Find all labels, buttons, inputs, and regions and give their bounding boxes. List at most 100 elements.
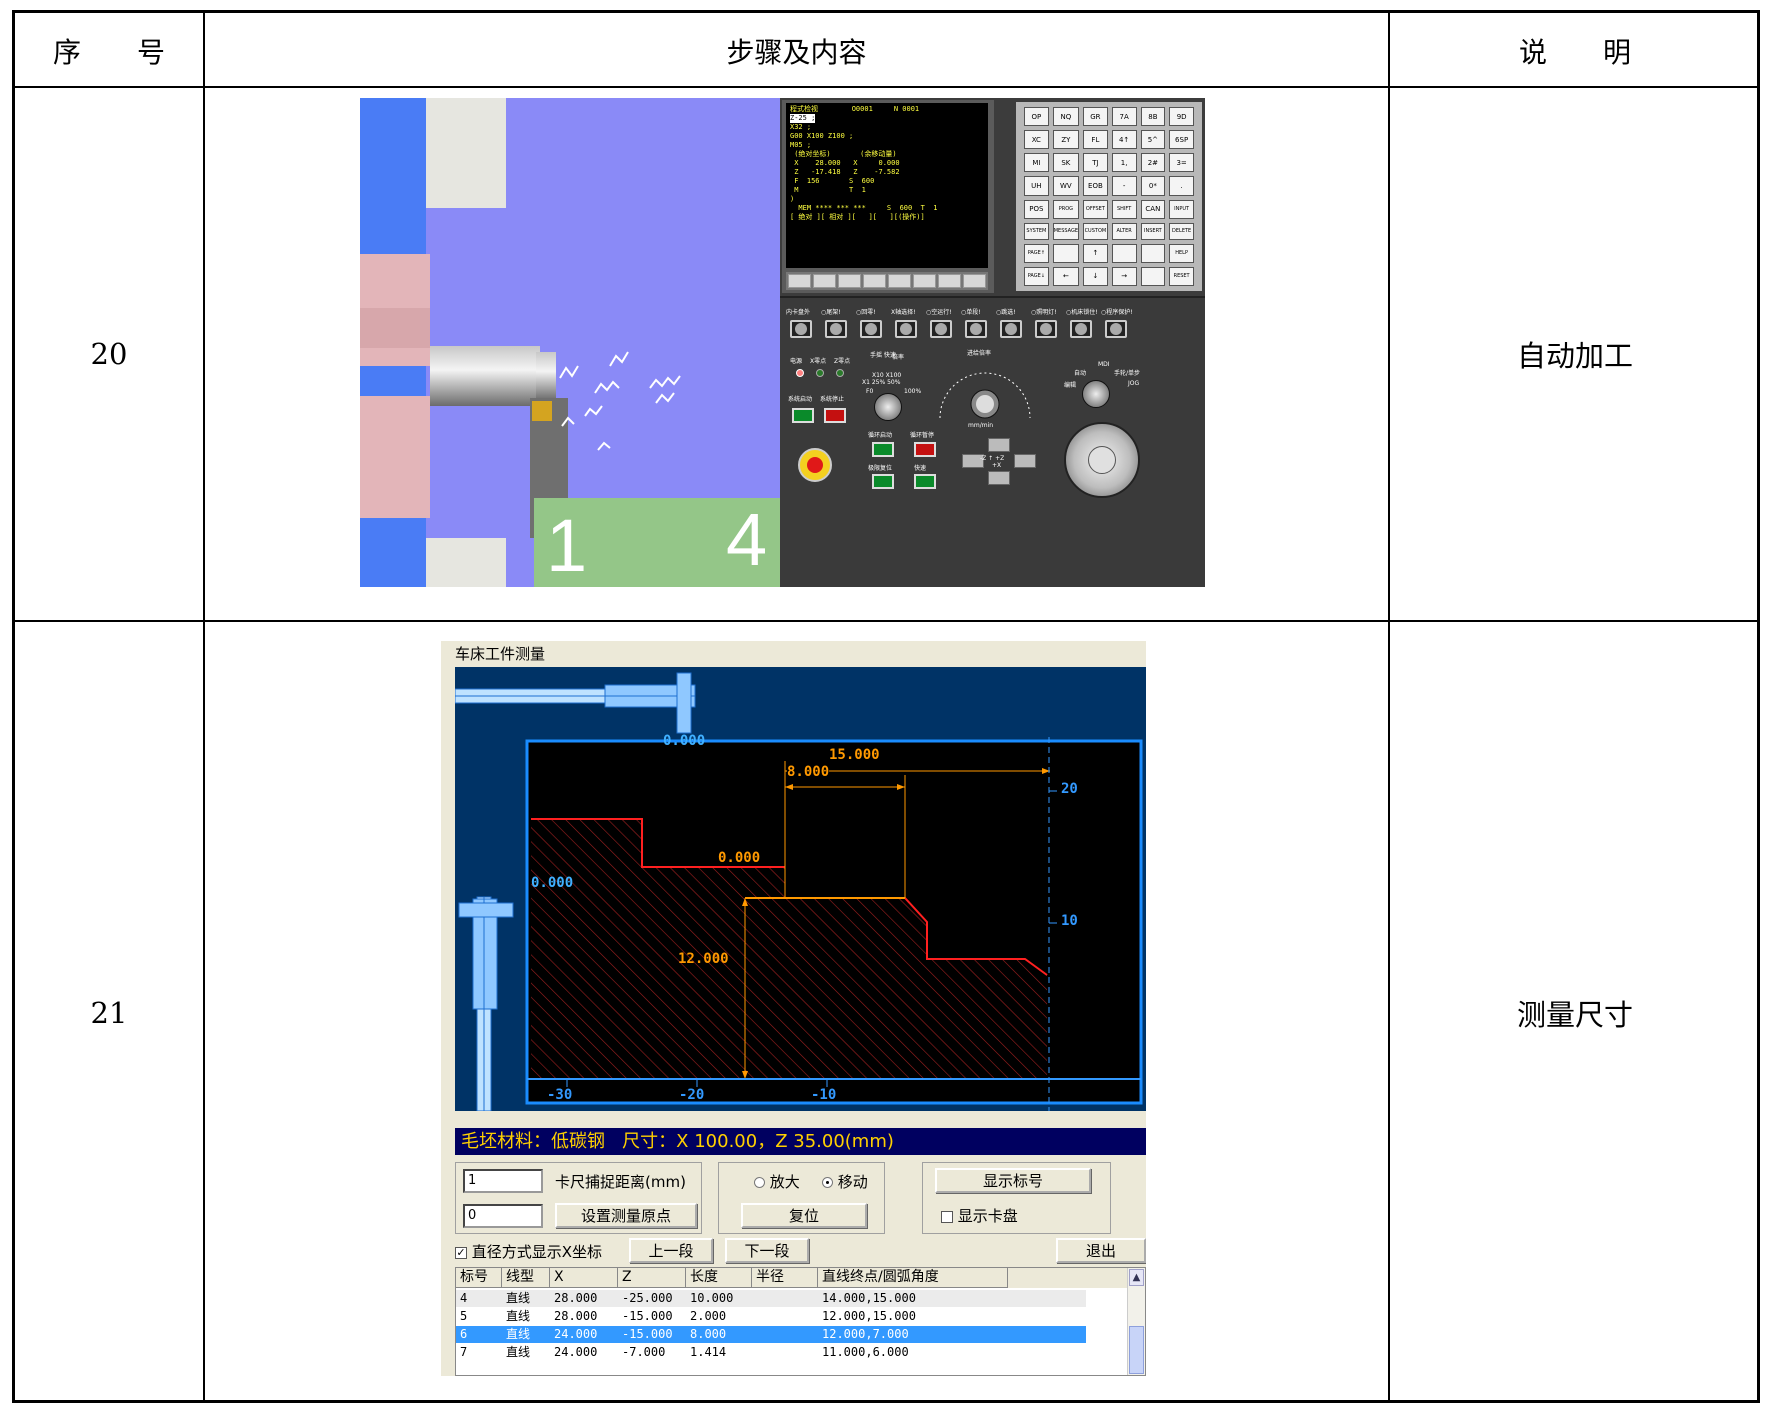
keypad-key[interactable]: EOB xyxy=(1083,176,1108,196)
top-switch-knob[interactable] xyxy=(1105,320,1127,338)
table-row[interactable]: 5 直线 28.000 -15.000 2.000 12.000,15.000 xyxy=(456,1308,1086,1325)
keypad-key[interactable]: INPUT xyxy=(1169,199,1194,219)
keypad-key[interactable]: POS xyxy=(1024,199,1049,219)
reset-button[interactable]: 复位 xyxy=(741,1203,867,1228)
show-chuck-checkbox[interactable]: 显示卡盘 xyxy=(941,1205,1018,1226)
mode-select-knob[interactable] xyxy=(1082,380,1110,408)
handwheel[interactable] xyxy=(1064,422,1140,498)
keypad-key[interactable]: TJ xyxy=(1083,153,1108,173)
keypad-key[interactable]: WV xyxy=(1052,176,1080,196)
keypad-key[interactable]: ← xyxy=(1052,266,1080,286)
capture-distance-input[interactable]: 1 xyxy=(463,1169,543,1193)
keypad-key[interactable]: DELETE xyxy=(1169,222,1194,240)
cycle-pause-button[interactable] xyxy=(914,442,936,457)
keypad-key[interactable]: PAGE↓ xyxy=(1024,266,1049,286)
segment-list-column-header[interactable]: 长度 xyxy=(686,1268,752,1288)
segment-list-column-header[interactable]: 标号 xyxy=(456,1268,502,1288)
scroll-up-arrow-icon[interactable]: ▲ xyxy=(1129,1269,1144,1286)
segment-list-column-header[interactable]: 线型 xyxy=(502,1268,550,1288)
jog-minus-x-button[interactable] xyxy=(988,471,1010,485)
prev-segment-button[interactable]: 上一段 xyxy=(629,1238,713,1263)
keypad-key[interactable] xyxy=(1111,243,1137,263)
keypad-key[interactable]: INSERT xyxy=(1140,222,1166,240)
segment-list-column-header[interactable]: 直线终点/圆弧角度 xyxy=(818,1268,1008,1288)
set-origin-button[interactable]: 设置测量原点 xyxy=(555,1203,697,1228)
keypad-key[interactable]: SK xyxy=(1052,153,1080,173)
zoom-radio[interactable]: 放大 xyxy=(754,1171,800,1192)
limit-reset-button[interactable] xyxy=(872,474,894,489)
softkey-6[interactable] xyxy=(938,274,961,288)
keypad-key[interactable]: OFFSET xyxy=(1083,199,1108,219)
keypad-key[interactable]: 7A xyxy=(1111,107,1137,127)
system-stop-button[interactable] xyxy=(824,408,846,423)
keypad-key[interactable]: ALTER xyxy=(1111,222,1137,240)
segment-list-column-header[interactable]: Z xyxy=(618,1268,686,1288)
softkey-left[interactable] xyxy=(788,274,811,288)
keypad-key[interactable]: HELP xyxy=(1169,243,1194,263)
jog-plus-x-up-button[interactable] xyxy=(988,438,1010,452)
keypad-key[interactable] xyxy=(1052,243,1080,263)
keypad-key[interactable]: CAN xyxy=(1140,199,1166,219)
rapid-override-knob[interactable] xyxy=(874,393,902,421)
diameter-mode-checkbox[interactable]: ✓ 直径方式显示X坐标 xyxy=(455,1241,602,1262)
scroll-thumb[interactable] xyxy=(1129,1326,1144,1374)
top-switch-knob[interactable] xyxy=(965,320,987,338)
keypad-key[interactable]: GR xyxy=(1083,107,1108,127)
exit-button[interactable]: 退出 xyxy=(1056,1238,1146,1263)
softkey-4[interactable] xyxy=(888,274,911,288)
feed-override-dial[interactable] xyxy=(930,356,1040,426)
segment-list-scrollbar[interactable]: ▲ xyxy=(1127,1268,1145,1375)
keypad-key[interactable]: PROG xyxy=(1052,199,1080,219)
keypad-key[interactable]: ↓ xyxy=(1083,266,1108,286)
keypad-key[interactable]: NQ xyxy=(1052,107,1080,127)
keypad-key[interactable] xyxy=(1140,266,1166,286)
origin-input[interactable]: 0 xyxy=(463,1204,543,1228)
top-switch-knob[interactable] xyxy=(790,320,812,338)
keypad-key[interactable]: 0* xyxy=(1140,176,1166,196)
table-row[interactable]: 6 直线 24.000 -15.000 8.000 12.000,7.000 xyxy=(456,1326,1086,1343)
next-segment-button[interactable]: 下一段 xyxy=(725,1238,809,1263)
top-switch-knob[interactable] xyxy=(1035,320,1057,338)
keypad-key[interactable]: 4↑ xyxy=(1111,130,1137,150)
keypad-key[interactable]: SHIFT xyxy=(1111,199,1137,219)
keypad-key[interactable]: UH xyxy=(1024,176,1049,196)
segment-list[interactable]: 标号 线型 X Z 长度 半径 直线终点/圆弧角度 4 直线 28.000 -25.000 10.0… xyxy=(455,1267,1146,1376)
system-start-button[interactable] xyxy=(792,408,814,423)
top-switch-knob[interactable] xyxy=(825,320,847,338)
keypad-key[interactable] xyxy=(1140,243,1166,263)
top-switch-knob[interactable] xyxy=(930,320,952,338)
softkey-3[interactable] xyxy=(863,274,886,288)
keypad-key[interactable]: → xyxy=(1111,266,1137,286)
keypad-key[interactable]: MESSAGE xyxy=(1052,222,1080,240)
keypad-key[interactable]: 6SP xyxy=(1169,130,1194,150)
keypad-key[interactable]: CUSTOM xyxy=(1083,222,1108,240)
softkey-right[interactable] xyxy=(963,274,986,288)
softkey-2[interactable] xyxy=(838,274,861,288)
keypad-key[interactable]: 1, xyxy=(1111,153,1137,173)
keypad-key[interactable]: PAGE↑ xyxy=(1024,243,1049,263)
segment-list-column-header[interactable]: X xyxy=(550,1268,618,1288)
keypad-key[interactable]: 9D xyxy=(1169,107,1194,127)
top-switch-knob[interactable] xyxy=(860,320,882,338)
top-switch-knob[interactable] xyxy=(1000,320,1022,338)
keypad-key[interactable]: MI xyxy=(1024,153,1049,173)
rapid-button[interactable] xyxy=(914,474,936,489)
table-row[interactable]: 4 直线 28.000 -25.000 10.000 14.000,15.000 xyxy=(456,1290,1086,1307)
softkey-5[interactable] xyxy=(913,274,936,288)
keypad-key[interactable]: ↑ xyxy=(1083,243,1108,263)
segment-list-column-header[interactable]: 半径 xyxy=(752,1268,818,1288)
measure-canvas[interactable]: 0.000 0.000 15.000 8.000 0.000 12.000 -3… xyxy=(455,667,1146,1111)
keypad-key[interactable]: ZY xyxy=(1052,130,1080,150)
show-marks-button[interactable]: 显示标号 xyxy=(935,1168,1091,1193)
top-switch-knob[interactable] xyxy=(1070,320,1092,338)
table-row[interactable]: 7 直线 24.000 -7.000 1.414 11.000,6.000 xyxy=(456,1344,1086,1361)
jog-plus-z-button[interactable] xyxy=(1014,454,1036,468)
cycle-start-button[interactable] xyxy=(872,442,894,457)
keypad-key[interactable]: - xyxy=(1111,176,1137,196)
keypad-key[interactable]: 5^ xyxy=(1140,130,1166,150)
keypad-key[interactable]: . xyxy=(1169,176,1194,196)
keypad-key[interactable]: XC xyxy=(1024,130,1049,150)
keypad-key[interactable]: FL xyxy=(1083,130,1108,150)
keypad-key[interactable]: 3= xyxy=(1169,153,1194,173)
keypad-key[interactable]: 8B xyxy=(1140,107,1166,127)
